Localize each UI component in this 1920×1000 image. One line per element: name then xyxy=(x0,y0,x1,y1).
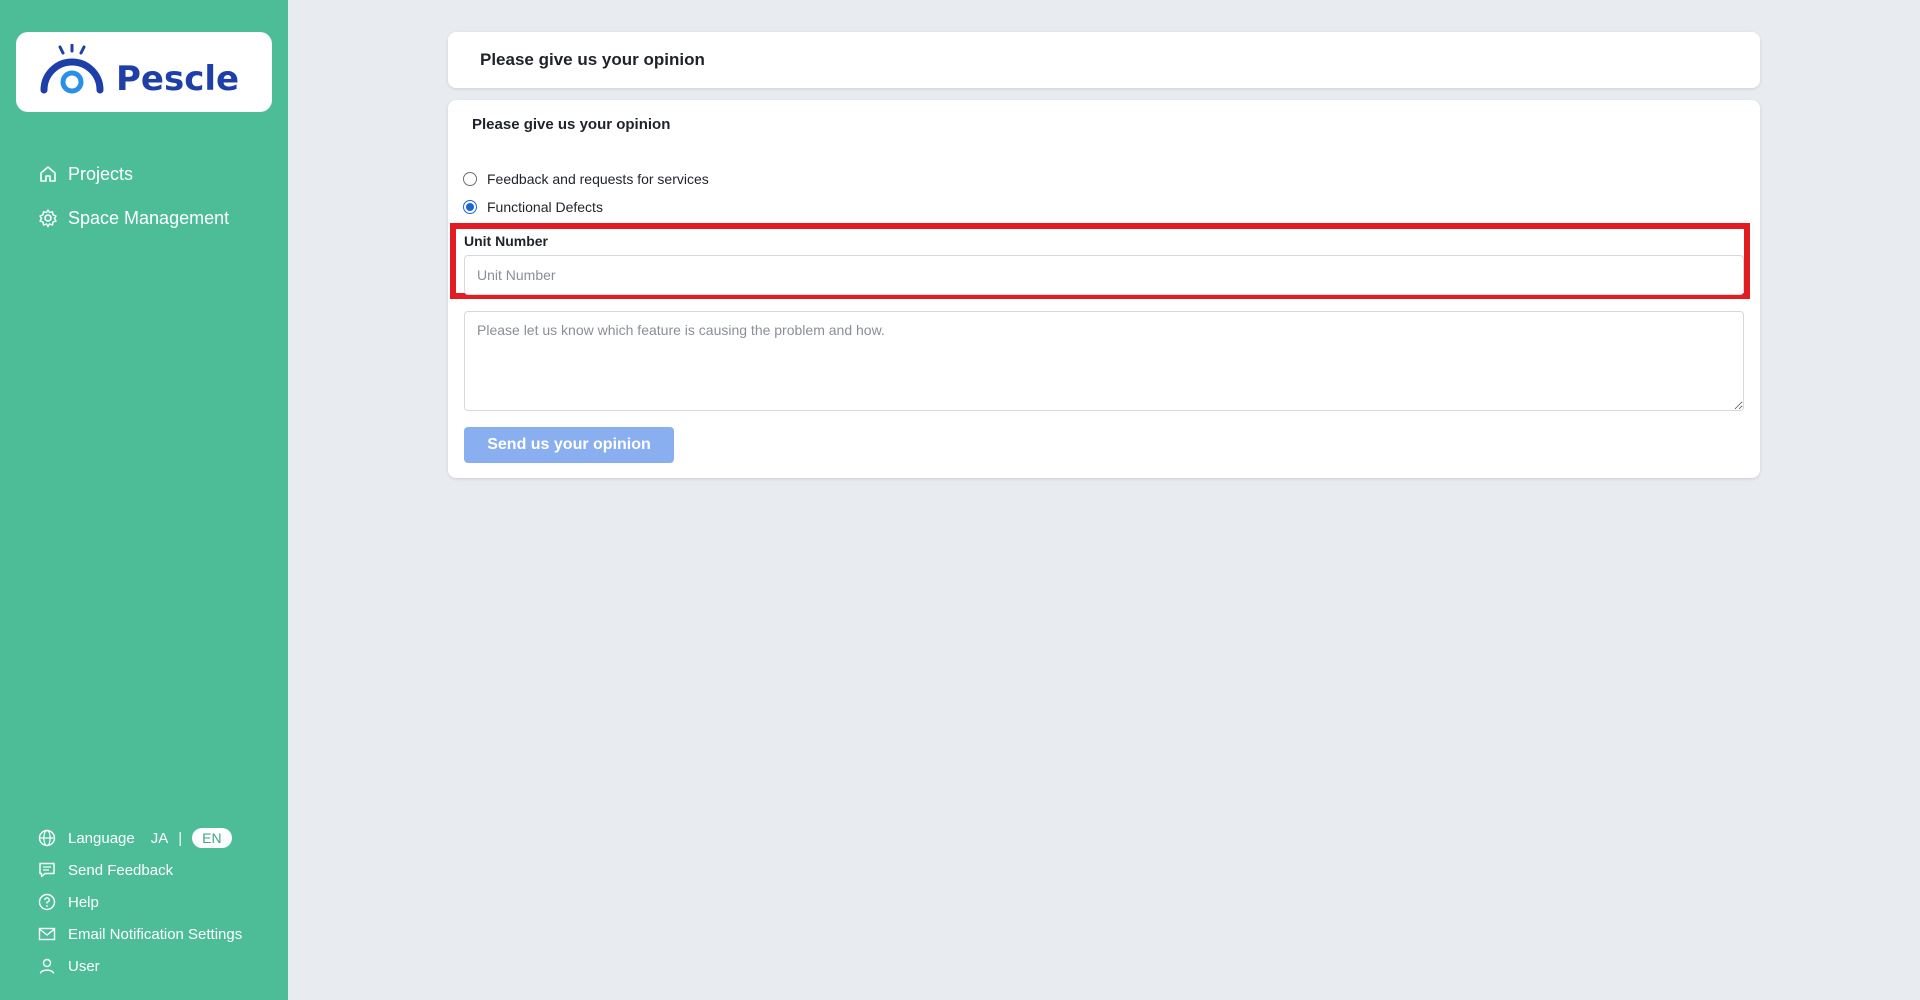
radio-button-unchecked[interactable] xyxy=(463,172,477,186)
radio-label-functional-defects: Functional Defects xyxy=(487,199,603,215)
send-opinion-button[interactable]: Send us your opinion xyxy=(464,427,674,463)
sidebar: Pescle Projects Space Management Languag… xyxy=(0,0,288,1000)
message-icon xyxy=(38,861,56,879)
language-switcher: Language JA | EN xyxy=(38,822,242,854)
nav-label-space-management: Space Management xyxy=(68,207,230,228)
language-label: Language xyxy=(68,829,135,847)
radio-button-checked[interactable] xyxy=(463,200,477,214)
main-nav: Projects Space Management xyxy=(38,152,229,240)
sidebar-bottom-nav: Language JA | EN Send Feedback Help Emai… xyxy=(38,822,242,982)
svg-text:Pescle: Pescle xyxy=(116,59,239,99)
send-feedback-label: Send Feedback xyxy=(68,861,174,879)
radio-functional-defects[interactable]: Functional Defects xyxy=(463,199,603,215)
pescle-logo[interactable]: Pescle xyxy=(16,32,272,112)
radio-label-feedback-requests: Feedback and requests for services xyxy=(487,171,709,187)
help-circle-icon xyxy=(38,893,56,911)
language-option-ja[interactable]: JA xyxy=(151,830,169,847)
page-header: Please give us your opinion xyxy=(448,32,1760,88)
language-separator: | xyxy=(178,829,183,847)
nav-item-projects[interactable]: Projects xyxy=(38,152,229,196)
user-icon xyxy=(38,957,56,975)
feedback-form: Please give us your opinion Feedback and… xyxy=(448,100,1760,478)
mail-icon xyxy=(38,925,56,943)
home-icon xyxy=(38,164,58,184)
user-link[interactable]: User xyxy=(38,950,242,982)
globe-icon xyxy=(38,829,56,847)
logo-mark-icon: Pescle xyxy=(40,44,239,99)
form-title: Please give us your opinion xyxy=(472,116,671,133)
unit-number-input[interactable] xyxy=(464,255,1744,295)
nav-item-space-management[interactable]: Space Management xyxy=(38,196,229,240)
problem-description-textarea[interactable] xyxy=(464,311,1744,411)
send-feedback-link[interactable]: Send Feedback xyxy=(38,854,242,886)
page-title: Please give us your opinion xyxy=(480,50,705,69)
email-notification-settings-link[interactable]: Email Notification Settings xyxy=(38,918,242,950)
help-link[interactable]: Help xyxy=(38,886,242,918)
user-label: User xyxy=(68,957,100,975)
nav-label-projects: Projects xyxy=(68,163,134,184)
help-label: Help xyxy=(68,893,99,911)
email-settings-label: Email Notification Settings xyxy=(68,925,243,943)
radio-feedback-requests[interactable]: Feedback and requests for services xyxy=(463,171,709,187)
language-option-en[interactable]: EN xyxy=(192,828,232,848)
gear-icon xyxy=(38,208,58,228)
unit-number-label: Unit Number xyxy=(464,233,548,249)
